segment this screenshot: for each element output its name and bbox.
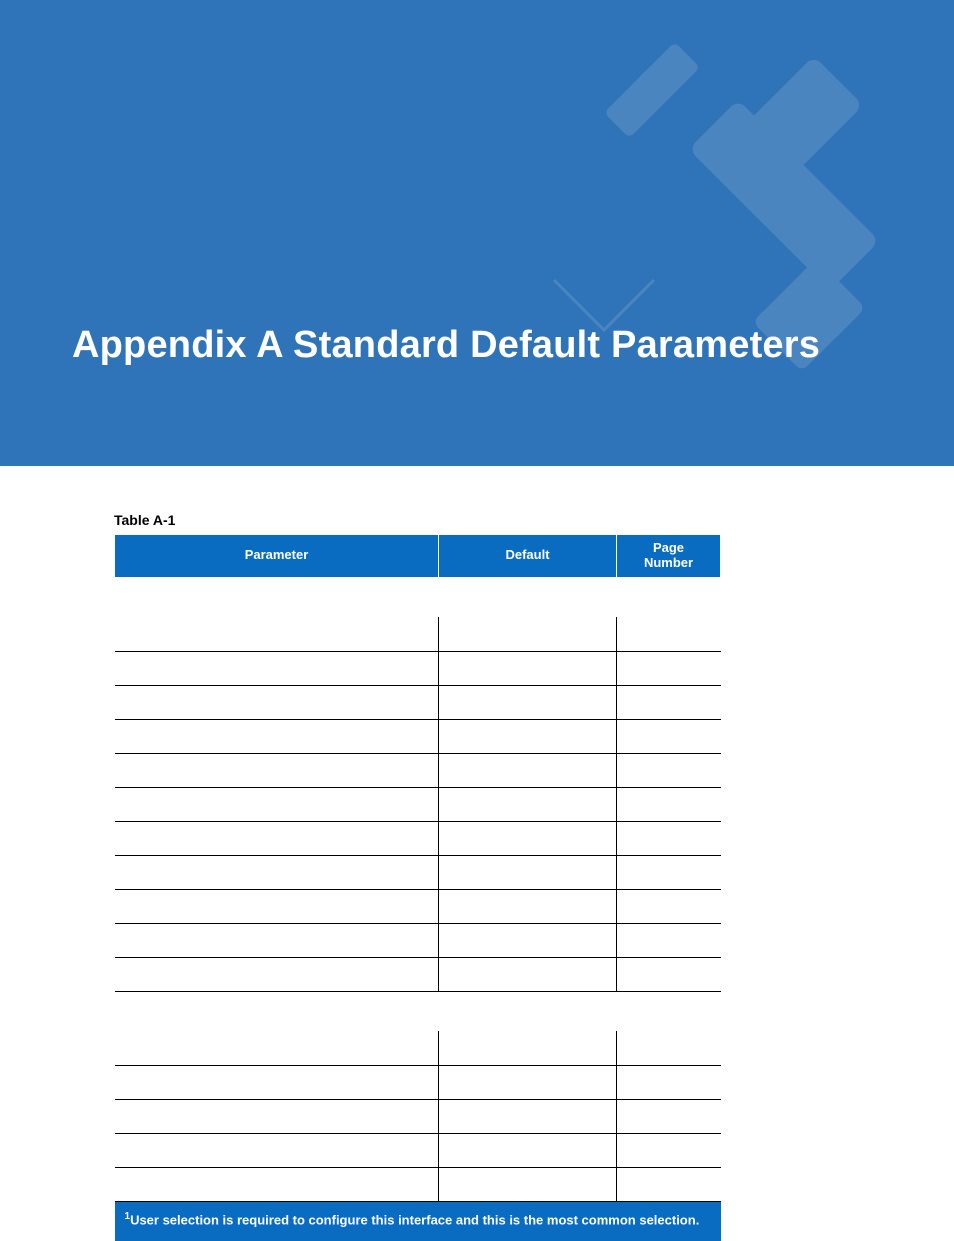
table-row: [115, 1099, 721, 1133]
parameters-table: Parameter Default Page Number: [114, 534, 721, 1241]
table-row: [115, 821, 721, 855]
table-row: [115, 617, 721, 651]
table-row: [115, 651, 721, 685]
table-row: [115, 1167, 721, 1201]
table-row: [115, 1031, 721, 1065]
table-footnote-row: 1User selection is required to configure…: [115, 1201, 721, 1241]
footnote-text: User selection is required to configure …: [130, 1212, 699, 1227]
section-heading-row: [115, 577, 721, 617]
table-header-row: Parameter Default Page Number: [115, 535, 721, 578]
col-parameter: Parameter: [115, 535, 439, 578]
table-row: [115, 957, 721, 991]
table-row: [115, 685, 721, 719]
table-row: [115, 1133, 721, 1167]
table-row: [115, 753, 721, 787]
table-row: [115, 719, 721, 753]
table-row: [115, 889, 721, 923]
col-default: Default: [439, 535, 617, 578]
content-area: Table A-1 Parameter Default Page Number: [0, 466, 954, 1241]
table-row: [115, 1065, 721, 1099]
table-row: [115, 787, 721, 821]
page-header: Appendix A Standard Default Parameters: [0, 0, 954, 466]
table-row: [115, 855, 721, 889]
table-caption: Table A-1: [114, 512, 840, 528]
page-title: Appendix A Standard Default Parameters: [72, 324, 820, 367]
table-row: [115, 923, 721, 957]
col-page-number: Page Number: [617, 535, 721, 578]
section-heading-row: [115, 991, 721, 1031]
